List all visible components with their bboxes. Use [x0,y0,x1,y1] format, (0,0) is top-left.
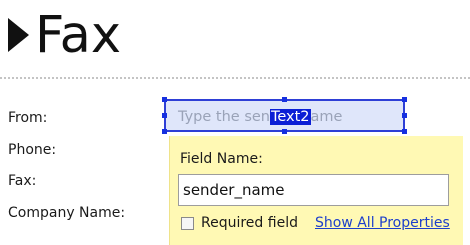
resize-handle-bottom-left[interactable] [162,129,167,134]
show-all-properties-link[interactable]: Show All Properties [315,214,450,232]
field-placeholder: Type the senText2ame [178,108,342,126]
resize-handle-left[interactable] [162,113,167,118]
collapse-caret-icon[interactable] [8,18,29,52]
field-name-label: Field Name: [180,151,263,167]
phone-label: Phone: [8,142,57,158]
placeholder-text-end: ame [310,109,343,125]
required-field-checkbox[interactable] [181,217,194,230]
required-field-label: Required field [201,215,298,231]
field-tag: Text2 [269,109,311,125]
field-name-input[interactable] [178,174,449,206]
resize-handle-right[interactable] [402,113,407,118]
dotted-divider [0,77,470,79]
page-heading: Fax [8,2,121,68]
placeholder-text-start: Type the sen [178,109,270,125]
from-label: From: [8,110,48,126]
resize-handle-bottom[interactable] [282,129,287,134]
resize-handle-top[interactable] [282,97,287,102]
resize-handle-top-right[interactable] [402,97,407,102]
company-name-label: Company Name: [8,205,126,221]
resize-handle-top-left[interactable] [162,97,167,102]
page-title: Fax [35,5,122,65]
fax-label: Fax: [8,173,37,189]
resize-handle-bottom-right[interactable] [402,129,407,134]
